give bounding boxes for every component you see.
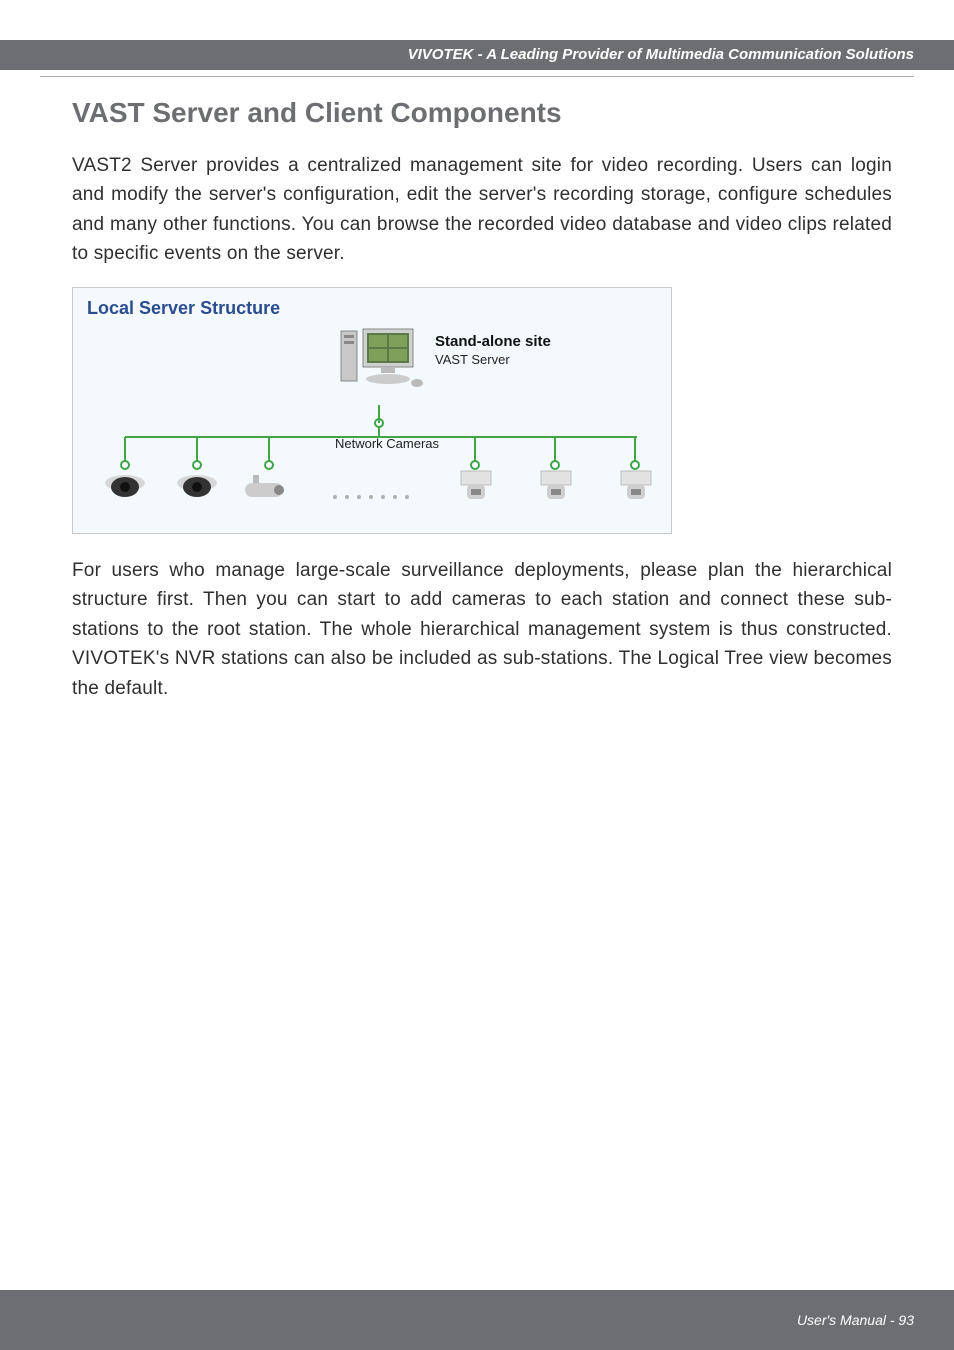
local-server-structure-diagram: Local Server Structure bbox=[72, 287, 672, 534]
intro-paragraph: VAST2 Server provides a centralized mana… bbox=[72, 151, 892, 269]
connector-tree-icon bbox=[87, 405, 657, 515]
footer-band: User's Manual - 93 bbox=[0, 1290, 954, 1350]
page: VIVOTEK - A Leading Provider of Multimed… bbox=[0, 0, 954, 1350]
footer-page-text: User's Manual - 93 bbox=[797, 1312, 914, 1328]
hierarchy-paragraph: For users who manage large-scale surveil… bbox=[72, 556, 892, 703]
server-label-block: Stand-alone site VAST Server bbox=[435, 333, 551, 367]
server-pc-icon bbox=[337, 325, 427, 395]
network-cameras-label: Network Cameras bbox=[335, 436, 439, 451]
diagram-title: Local Server Structure bbox=[87, 298, 657, 319]
header-band: VIVOTEK - A Leading Provider of Multimed… bbox=[0, 40, 954, 70]
header-brand-text: VIVOTEK - A Leading Provider of Multimed… bbox=[408, 46, 914, 63]
stand-alone-label: Stand-alone site bbox=[435, 333, 551, 350]
section-title: VAST Server and Client Components bbox=[72, 97, 892, 129]
vast-server-label: VAST Server bbox=[435, 352, 551, 367]
content-area: VAST Server and Client Components VAST2 … bbox=[0, 77, 954, 703]
server-row: Stand-alone site VAST Server bbox=[87, 325, 657, 405]
